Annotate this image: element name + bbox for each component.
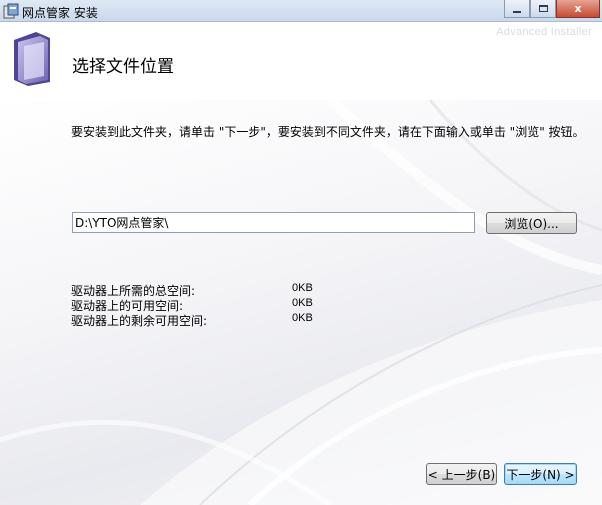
window-controls: x [504,0,600,18]
minimize-button[interactable] [504,0,530,18]
brand-watermark: Advanced Installer [496,26,592,38]
wizard-body: 要安装到此文件夹，请单击 "下一步"，要安装到不同文件夹，请在下面输入或单击 "… [0,100,602,505]
close-icon: x [574,2,582,15]
next-button[interactable]: 下一步(N) > [504,463,577,485]
maximize-icon [538,5,548,12]
page-title: 选择文件位置 [72,57,174,77]
back-button[interactable]: < 上一步(B) [426,463,497,485]
remaining-space-label: 驱动器上的剩余可用空间: [71,314,208,328]
browse-button[interactable]: 浏览(O)... [486,212,577,234]
total-space-value: 0KB [292,282,313,294]
available-space-value: 0KB [292,297,313,309]
remaining-space-value: 0KB [292,312,313,324]
maximize-button[interactable] [530,0,556,18]
minimize-icon [513,10,521,13]
close-button[interactable]: x [556,0,600,18]
wizard-header: 选择文件位置 Advanced Installer [0,22,602,100]
installer-app-icon [3,3,19,19]
window-title: 网点管家 安装 [22,6,98,20]
instruction-text: 要安装到此文件夹，请单击 "下一步"，要安装到不同文件夹，请在下面输入或单击 "… [71,125,585,139]
install-path-input[interactable] [72,212,475,233]
folder-icon [14,32,50,86]
title-bar[interactable]: 网点管家 安装 x [0,0,602,22]
